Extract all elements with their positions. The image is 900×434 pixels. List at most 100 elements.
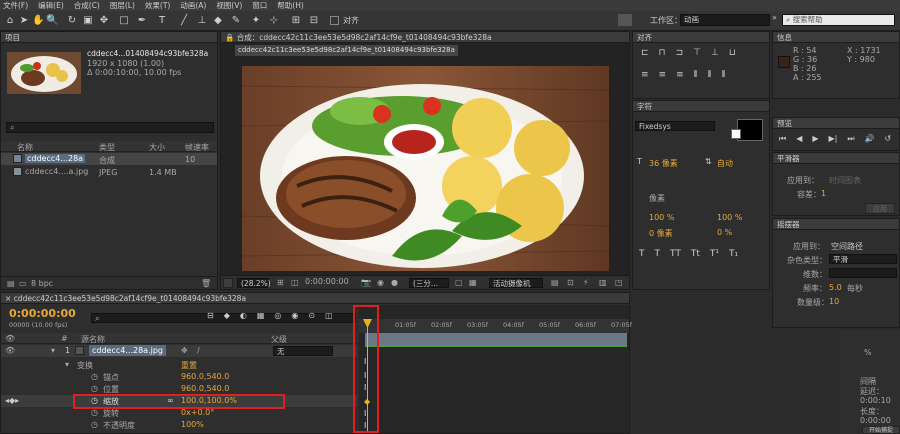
time-graph[interactable]: 01:05f 02:05f 03:05f 04:05f 05:05f 06:05…: [353, 305, 632, 433]
leading-value[interactable]: 自动: [717, 158, 733, 169]
roi-icon[interactable]: ▢: [455, 278, 463, 287]
chevron-double-icon[interactable]: »: [772, 13, 777, 22]
render-icon[interactable]: ◫: [325, 311, 333, 320]
brainstorm-icon[interactable]: ⊙: [308, 311, 315, 320]
noise-select[interactable]: 平滑: [829, 254, 897, 264]
selection-tool-icon[interactable]: ➤: [18, 14, 30, 27]
font-select[interactable]: Fixedsys: [635, 121, 715, 131]
align-middle-icon[interactable]: ⊥: [711, 48, 719, 58]
faux-italic-icon[interactable]: T: [655, 249, 661, 259]
reset-link[interactable]: 重置: [181, 360, 197, 371]
h-scale-value[interactable]: 100 %: [717, 213, 742, 222]
parent-col[interactable]: 父级: [271, 334, 287, 345]
frequency-value[interactable]: 5.0: [829, 283, 842, 292]
trash-icon[interactable]: 🗑: [201, 279, 211, 288]
grid-icon[interactable]: ⊞: [277, 278, 284, 287]
timeline-icon[interactable]: ▥: [599, 278, 607, 287]
align-bottom-icon[interactable]: ⊔: [729, 48, 736, 58]
expand-icon[interactable]: ▾: [65, 360, 69, 369]
time-ruler[interactable]: 01:05f 02:05f 03:05f 04:05f 05:05f 06:05…: [359, 319, 632, 333]
stroke-color-swatch[interactable]: [731, 129, 741, 139]
tsume-value[interactable]: 0 %: [717, 228, 732, 237]
prop-value[interactable]: 960.0,540.0: [181, 372, 229, 381]
table-row[interactable]: ◷ 不透明度 100%: [1, 419, 357, 431]
menu-item[interactable]: 合成(C): [74, 0, 100, 11]
show-snapshot-icon[interactable]: ◉: [377, 278, 384, 287]
align-right-icon[interactable]: ⊐: [676, 48, 684, 58]
eye-icon[interactable]: 👁: [5, 334, 15, 343]
color-channel-icon[interactable]: ●: [391, 278, 398, 287]
transparency-icon[interactable]: ▦: [469, 278, 477, 287]
menu-item[interactable]: 动画(A): [180, 0, 206, 11]
timeline-tab[interactable]: × cddecc42c11c3ee53e5d98c2af14cf9e_t0140…: [1, 293, 629, 304]
col-size[interactable]: 大小: [149, 142, 165, 153]
camera-select[interactable]: 活动摄像机: [489, 278, 543, 288]
comp-subtab[interactable]: cddecc42c11c3ee53e5d98c2af14cf9e_t014084…: [235, 45, 458, 56]
distribute-left-icon[interactable]: ⦀: [694, 70, 698, 80]
workspace-select[interactable]: 动画: [680, 14, 770, 26]
axis-world-icon[interactable]: ⊞: [290, 14, 302, 27]
layer-row[interactable]: 👁 ▾ 1 cddecc4...28a.jpg ✥ / 无: [1, 345, 357, 357]
align-left-icon[interactable]: ⊏: [641, 48, 649, 58]
work-area-bar[interactable]: [365, 345, 627, 347]
list-item[interactable]: cddecc4....a.jpg JPEG 1.4 MB: [1, 166, 217, 178]
menu-item[interactable]: 图层(L): [110, 0, 135, 11]
axis-icon[interactable]: ⊹: [268, 14, 280, 27]
stopwatch-icon[interactable]: ◷: [91, 420, 98, 429]
baseline-value[interactable]: 0 像素: [649, 228, 673, 239]
menu-item[interactable]: 窗口: [252, 0, 267, 11]
menu-item[interactable]: 文件(F): [3, 0, 28, 11]
dimensions-select[interactable]: [829, 268, 897, 278]
stopwatch-icon[interactable]: ◷: [91, 384, 98, 393]
align-top-icon[interactable]: ⊤: [693, 48, 701, 58]
menu-item[interactable]: 视图(V): [216, 0, 242, 11]
col-rate[interactable]: 帧速率: [185, 142, 209, 153]
rect-mask-tool-icon[interactable]: □: [118, 14, 130, 27]
source-name-col[interactable]: 源名称: [81, 334, 105, 345]
hand-tool-icon[interactable]: ✋: [32, 14, 44, 27]
motion-blur-icon[interactable]: ◎: [274, 311, 281, 320]
axis-view-icon[interactable]: ⊟: [308, 14, 320, 27]
table-row[interactable]: ◷ 锚点 960.0,540.0: [1, 371, 357, 383]
shy-icon[interactable]: ◐: [240, 311, 247, 320]
pan-behind-tool-icon[interactable]: ✥: [98, 14, 110, 27]
layer-name[interactable]: cddecc4...28a.jpg: [89, 345, 166, 356]
wiggler-apply-select[interactable]: 空间路径: [831, 241, 863, 252]
pin-tool-icon[interactable]: ✦: [250, 14, 262, 27]
fx-switch-icon[interactable]: /: [197, 346, 200, 355]
magnitude-value[interactable]: 10: [829, 297, 839, 306]
prop-value[interactable]: 100%: [181, 420, 204, 429]
pixel-aspect-icon[interactable]: ⊡: [567, 278, 574, 287]
snapshot-icon[interactable]: 📷: [361, 278, 371, 287]
tolerance-value[interactable]: 1: [821, 189, 826, 198]
search-help-input[interactable]: ⌕ 搜索帮助: [782, 14, 895, 26]
font-size-value[interactable]: 36 像素: [649, 158, 678, 169]
resolution-select[interactable]: (三分...: [409, 278, 449, 288]
distribute-bottom-icon[interactable]: ≡: [676, 70, 684, 80]
first-frame-icon[interactable]: ⏮: [779, 134, 786, 144]
layer-duration-bar[interactable]: [365, 333, 627, 345]
smoother-apply-button[interactable]: 应用: [865, 203, 895, 214]
stamp-tool-icon[interactable]: ⊥: [196, 14, 208, 27]
distribute-hcenter-icon[interactable]: ⦀: [708, 70, 712, 80]
workspace-icon[interactable]: [618, 14, 632, 26]
v-scale-value[interactable]: 100 %: [649, 213, 674, 222]
faux-bold-icon[interactable]: T: [639, 249, 645, 259]
align-center-icon[interactable]: ⊓: [659, 48, 666, 58]
camera-tool-icon[interactable]: ▣: [82, 14, 94, 27]
align-checkbox[interactable]: [330, 16, 339, 25]
fast-preview-icon[interactable]: ⚡: [583, 278, 589, 287]
expand-icon[interactable]: ▾: [51, 346, 55, 355]
all-caps-icon[interactable]: TT: [670, 249, 681, 259]
draft-3d-icon[interactable]: ◆: [224, 311, 230, 320]
text-tool-icon[interactable]: T: [156, 14, 168, 27]
brush-tool-icon[interactable]: ╱: [178, 14, 190, 27]
loop-icon[interactable]: ↺: [885, 134, 892, 144]
start-capture-button[interactable]: 开始捕捉: [862, 426, 900, 434]
keyframe-nav-icon[interactable]: ◂◆▸: [5, 396, 19, 405]
menu-item[interactable]: 帮助(H): [277, 0, 304, 11]
parent-select[interactable]: 无: [273, 346, 333, 356]
list-item[interactable]: cddecc4...28a 合成 10: [1, 153, 217, 165]
timeline-timecode[interactable]: 0:00:00:00: [9, 307, 76, 320]
stopwatch-icon[interactable]: ◷: [91, 372, 98, 381]
